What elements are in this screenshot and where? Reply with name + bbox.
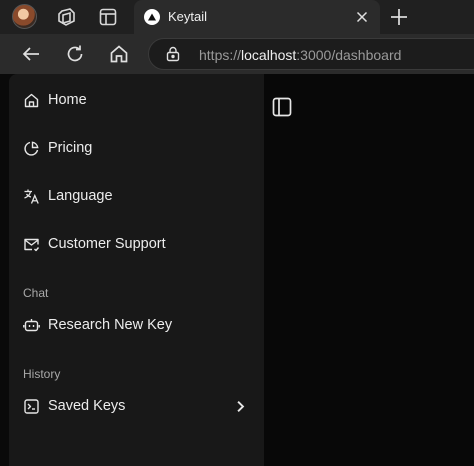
chevron-right-icon[interactable] <box>232 398 249 415</box>
url-path: :3000/dashboard <box>296 47 402 63</box>
sidebar: Home Pricing Language Customer Support C… <box>9 74 264 466</box>
new-tab-icon[interactable] <box>388 6 410 28</box>
terminal-icon <box>24 398 39 414</box>
active-tab[interactable]: Keytail <box>134 0 380 34</box>
address-bar[interactable]: https://localhost:3000/dashboard <box>148 38 474 70</box>
translate-icon <box>24 189 39 204</box>
sidebar-item-language[interactable]: Language <box>23 184 253 208</box>
sidebar-item-research-new-key[interactable]: Research New Key <box>23 313 253 337</box>
sidebar-item-label: Pricing <box>48 140 93 156</box>
bot-icon <box>23 318 40 331</box>
profile-avatar[interactable] <box>12 4 37 29</box>
tab-strip: Keytail <box>0 0 474 34</box>
sidebar-toggle-icon[interactable] <box>272 97 292 117</box>
url-host: localhost <box>241 47 297 63</box>
collections-icon[interactable] <box>56 7 76 27</box>
lock-icon[interactable] <box>165 46 181 62</box>
tab-title: Keytail <box>168 9 208 24</box>
mail-icon <box>24 238 40 251</box>
url-scheme: https:// <box>199 47 242 63</box>
back-arrow-icon[interactable] <box>20 43 42 65</box>
home-browser-icon[interactable] <box>108 43 130 65</box>
sidebar-item-label: Research New Key <box>48 317 173 333</box>
tab-actions-icon[interactable] <box>98 7 118 27</box>
home-icon <box>24 93 39 107</box>
url-text: https://localhost:3000/dashboard <box>199 47 401 63</box>
main-content <box>264 74 474 466</box>
section-heading-chat: Chat <box>23 286 49 300</box>
sidebar-item-label: Saved Keys <box>48 398 126 414</box>
navigation-bar: https://localhost:3000/dashboard <box>0 34 474 74</box>
sidebar-item-pricing[interactable]: Pricing <box>23 136 253 160</box>
sidebar-item-home[interactable]: Home <box>23 88 253 112</box>
sidebar-item-label: Home <box>48 92 87 108</box>
refresh-icon[interactable] <box>64 43 86 65</box>
sidebar-item-label: Language <box>48 188 113 204</box>
sidebar-item-label: Customer Support <box>48 236 166 252</box>
sidebar-item-customer-support[interactable]: Customer Support <box>23 232 253 256</box>
close-tab-icon[interactable] <box>354 9 370 25</box>
section-heading-history: History <box>23 367 61 381</box>
pie-chart-icon <box>24 140 39 156</box>
triangle-favicon-icon <box>144 9 160 25</box>
sidebar-item-saved-keys[interactable]: Saved Keys <box>23 394 253 418</box>
